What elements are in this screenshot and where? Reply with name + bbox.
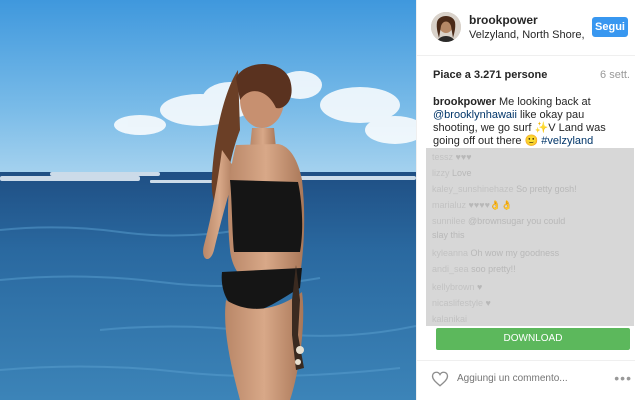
- comment-user[interactable]: kaley_sunshinehaze: [432, 184, 514, 194]
- post-sidebar: brookpower Velzyland, North Shore, H... …: [416, 0, 635, 400]
- comment-text: ♥♥♥♥👌👌: [468, 200, 513, 210]
- comment-user[interactable]: kellybrown: [432, 282, 475, 292]
- caption-hashtag[interactable]: #velzyland: [538, 135, 593, 147]
- comment-user[interactable]: kalanikai: [432, 314, 467, 324]
- comment-item: marialuz ♥♥♥♥👌👌: [432, 200, 512, 211]
- post-location[interactable]: Velzyland, North Shore, H...: [469, 29, 587, 41]
- comment-item: nicaslifestyle ♥: [432, 298, 491, 308]
- smile-emoji-icon: 🙂: [524, 135, 539, 147]
- comment-text: So pretty gosh!: [516, 184, 577, 194]
- comment-item: tessz ♥♥♥: [432, 152, 472, 162]
- comment-user[interactable]: lizzy: [432, 168, 450, 178]
- post-caption: brookpower Me looking back at @brooklynh…: [433, 96, 621, 148]
- comment-item: sunnilee @brownsugar you could: [432, 216, 565, 226]
- comment-item: lizzy Love: [432, 168, 472, 178]
- comments-list: tessz ♥♥♥ lizzy Love kaley_sunshinehaze …: [426, 148, 634, 326]
- comment-item: kalanikai: [432, 314, 467, 324]
- comment-item: slay this: [432, 230, 465, 240]
- instagram-post-view: brookpower Velzyland, North Shore, H... …: [0, 0, 635, 400]
- comment-item: kellybrown ♥: [432, 282, 482, 292]
- caption-username[interactable]: brookpower: [433, 96, 496, 108]
- caption-text: Me looking back at: [495, 96, 591, 108]
- more-options-icon[interactable]: •••: [614, 370, 632, 386]
- comment-user[interactable]: andi_sea: [432, 264, 469, 274]
- comment-text: ♥: [485, 298, 491, 308]
- comment-text: slay this: [432, 230, 465, 240]
- post-username[interactable]: brookpower: [469, 13, 538, 27]
- download-button[interactable]: DOWNLOAD: [436, 328, 630, 350]
- comment-text: ♥: [477, 282, 483, 292]
- heart-icon[interactable]: [431, 370, 449, 388]
- likes-row: Piace a 3.271 persone 6 sett.: [417, 56, 635, 92]
- follow-button[interactable]: Segui: [592, 17, 628, 37]
- likes-count[interactable]: Piace a 3.271 persone: [433, 69, 547, 81]
- comment-user[interactable]: nicaslifestyle: [432, 298, 483, 308]
- comment-text: soo pretty!!: [471, 264, 516, 274]
- comment-item: kyleanna Oh wow my goodness: [432, 248, 559, 258]
- comment-item: andi_sea soo pretty!!: [432, 264, 516, 274]
- comment-text: Oh wow my goodness: [470, 248, 560, 258]
- avatar[interactable]: [431, 12, 461, 42]
- post-header: brookpower Velzyland, North Shore, H... …: [417, 0, 635, 56]
- sparkle-emoji-icon: ✨: [534, 122, 549, 134]
- comment-user[interactable]: marialuz: [432, 200, 466, 210]
- comment-text: ♥♥♥: [455, 152, 472, 162]
- caption-mention[interactable]: @brooklynhawaii: [433, 109, 517, 121]
- post-time[interactable]: 6 sett.: [600, 69, 630, 81]
- comment-input[interactable]: [457, 373, 607, 384]
- comment-text: Love: [452, 168, 472, 178]
- comment-user[interactable]: sunnilee: [432, 216, 466, 226]
- comment-user[interactable]: tessz: [432, 152, 453, 162]
- post-footer: •••: [417, 360, 635, 400]
- comment-item: kaley_sunshinehaze So pretty gosh!: [432, 184, 577, 194]
- comment-user[interactable]: kyleanna: [432, 248, 468, 258]
- post-photo[interactable]: [0, 0, 416, 400]
- comment-text: @brownsugar you could: [468, 216, 566, 226]
